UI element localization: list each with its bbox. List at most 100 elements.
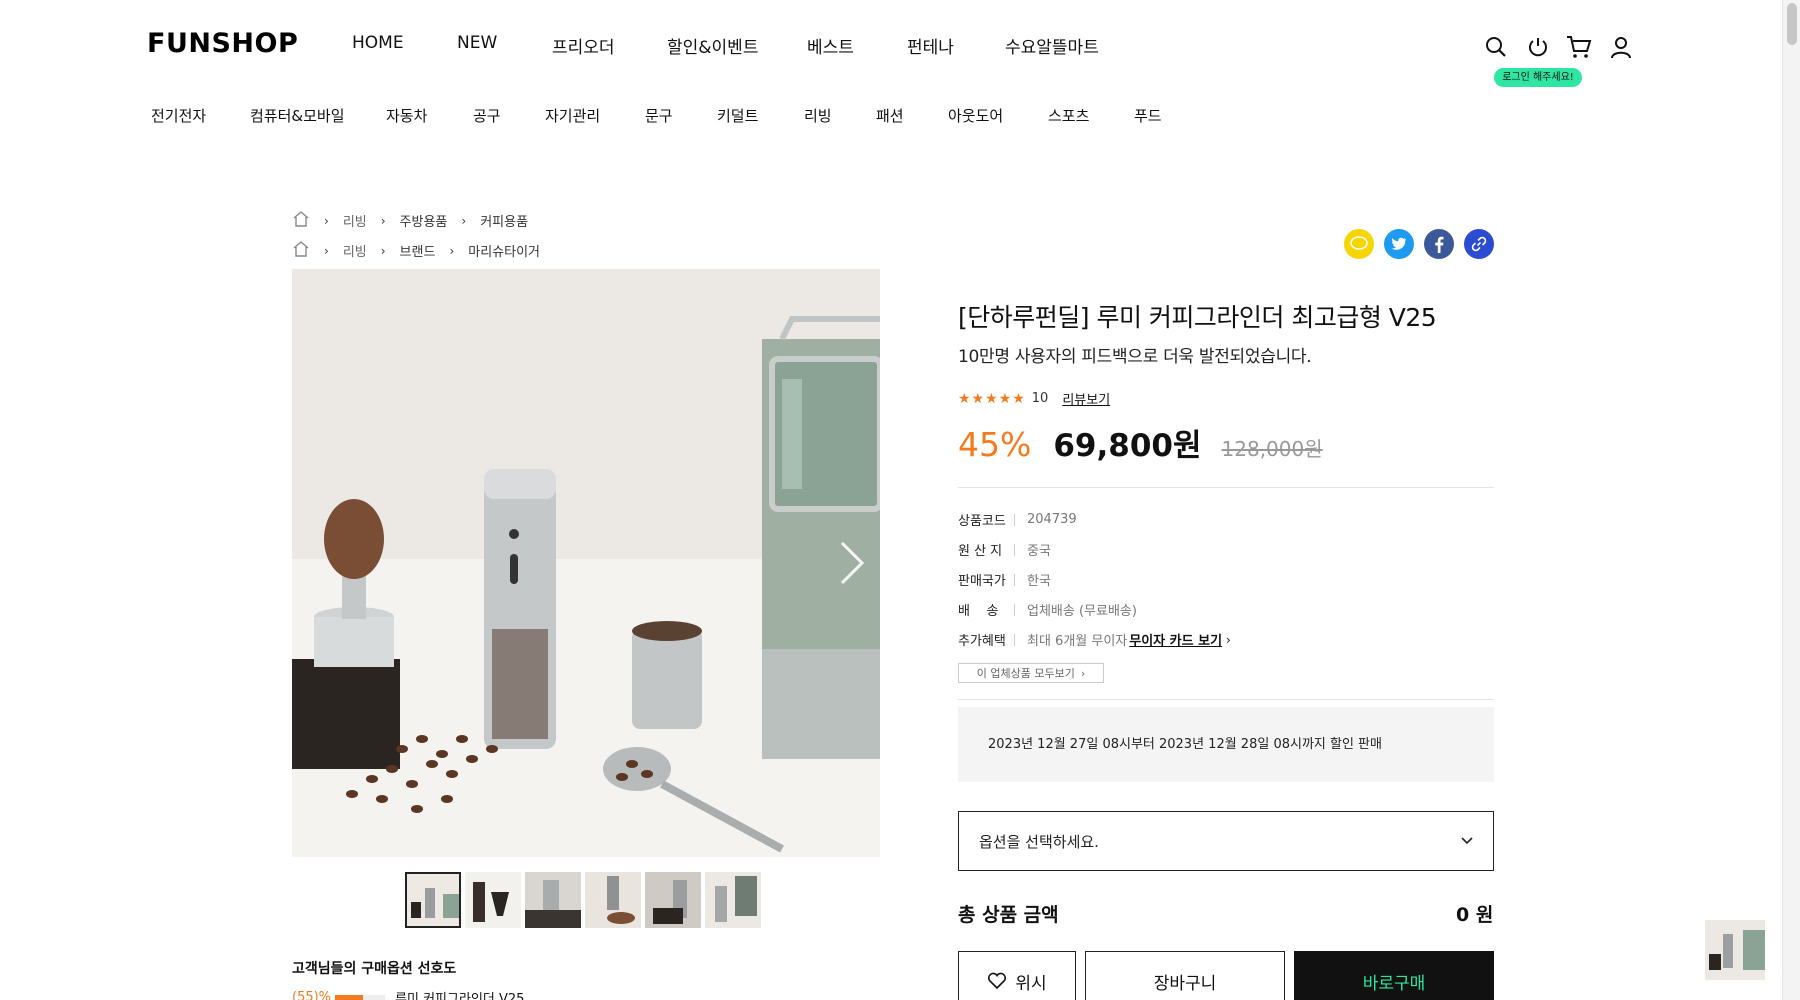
thumbnail[interactable] [705,872,761,928]
nav-funtenna[interactable]: 펀테나 [907,33,954,58]
nav-sale-event[interactable]: 할인&이벤트 [667,33,758,58]
thumbnail-strip [405,872,765,928]
chevron-right-icon: › [324,243,329,258]
info-value: 업체배송 (무료배송) [1027,604,1137,619]
divider [1014,633,1015,646]
category-tools[interactable]: 공구 [473,105,501,126]
rating-stars: ★★★★★ [958,390,1026,407]
breadcrumb-item[interactable]: 마리슈타이거 [468,241,540,260]
preference-percent: (55)% [292,990,332,1000]
thumbnail[interactable] [585,872,641,928]
breadcrumb: › 리빙 › 주방용품 › 커피용품 [292,210,528,231]
facebook-icon[interactable] [1424,229,1454,259]
chevron-right-icon: › [449,243,455,258]
category-kidult[interactable]: 키덜트 [717,105,758,126]
info-value: 최대 6개월 무이자 [1027,634,1128,649]
breadcrumb-item[interactable]: 커피용품 [480,211,528,230]
all-products-label: 이 업체상품 모두보기 [976,667,1075,680]
category-car[interactable]: 자동차 [386,105,427,126]
breadcrumb: › 리빙 › 브랜드 › 마리슈타이거 [292,240,540,261]
thumbnail[interactable] [405,872,461,928]
info-key: 추가혜택 [958,634,1006,649]
category-electronics[interactable]: 전기전자 [151,105,206,126]
rating-count: 10 [1031,391,1049,406]
chevron-right-icon: › [1080,666,1086,680]
sale-period: 2023년 12월 27일 08시부터 2023년 12월 28일 08시까지 … [958,707,1494,782]
info-row: 추가혜택 최대 6개월 무이자 무이자 카드 보기 › [958,630,1231,650]
thumbnail[interactable] [645,872,701,928]
category-outdoor[interactable]: 아웃도어 [948,105,1003,126]
chevron-right-icon: › [461,213,467,228]
discount-rate: 45% [958,425,1032,464]
search-icon[interactable] [1484,35,1508,59]
category-sports[interactable]: 스포츠 [1048,105,1089,126]
product-main-image[interactable] [292,269,880,857]
chevron-right-icon: › [1226,632,1231,647]
product-subtitle: 10만명 사용자의 피드백으로 더욱 발전되었습니다. [958,347,1312,367]
category-stationery[interactable]: 문구 [645,105,673,126]
category-computer-mobile[interactable]: 컴퓨터&모바일 [250,105,345,126]
preference-bar [335,994,386,1000]
recent-product-thumbnail[interactable] [1705,920,1765,980]
info-key: 원 산 지 [958,544,1003,559]
info-key: 상품코드 [958,514,1006,529]
breadcrumb-item[interactable]: 주방용품 [400,211,448,230]
chevron-right-icon: › [380,243,386,258]
cart-icon[interactable] [1566,35,1592,59]
twitter-icon[interactable] [1384,229,1414,259]
nav-best[interactable]: 베스트 [807,33,854,58]
home-icon[interactable] [292,240,310,261]
total-value: 0 원 [1456,904,1494,926]
info-key: 판매국가 [958,574,1006,589]
breadcrumb-item[interactable]: 브랜드 [400,241,436,260]
wish-label: 위시 [1015,973,1047,994]
nav-home[interactable]: HOME [352,33,404,53]
option-placeholder: 옵션을 선택하세요. [979,832,1099,851]
login-badge[interactable]: 로그인 해주세요! [1494,68,1582,87]
option-select[interactable]: 옵션을 선택하세요. [958,811,1494,871]
category-food[interactable]: 푸드 [1134,105,1162,126]
nav-preorder[interactable]: 프리오더 [552,33,615,58]
user-icon[interactable] [1609,35,1633,59]
divider [1014,603,1015,616]
nav-wednesday-mart[interactable]: 수요알뜰마트 [1005,33,1099,58]
chevron-right-icon[interactable] [838,540,866,590]
info-value: 중국 [1027,544,1051,559]
link-icon[interactable] [1464,229,1494,259]
kakao-icon[interactable] [1344,229,1374,259]
card-benefit-link[interactable]: 무이자 카드 보기 [1129,630,1222,649]
breadcrumb-item[interactable]: 리빙 [343,241,367,260]
info-key: 배 송 [958,604,999,619]
all-products-button[interactable]: 이 업체상품 모두보기 › [958,663,1104,683]
info-row: 상품코드 204739 [958,510,1077,529]
category-living[interactable]: 리빙 [804,105,832,126]
home-icon[interactable] [292,210,310,231]
category-fashion[interactable]: 패션 [876,105,904,126]
power-icon[interactable] [1526,35,1550,59]
sale-price: 69,800원 [1053,428,1202,464]
info-row: 배 송 업체배송 (무료배송) [958,600,1137,619]
product-title: [단하루펀딜] 루미 커피그라인더 최고급형 V25 [958,303,1437,332]
nav-new[interactable]: NEW [457,33,497,53]
divider [1014,513,1015,526]
wish-button[interactable]: 위시 [958,951,1076,1000]
preference-option-name: 루미 커피그라인더 V25 [395,992,525,1000]
thumbnail[interactable] [525,872,581,928]
add-to-cart-button[interactable]: 장바구니 [1085,951,1285,1000]
logo[interactable]: FUNSHOP [147,28,298,59]
info-value: 204739 [1027,512,1077,527]
divider [1014,573,1015,586]
thumbnail[interactable] [465,872,521,928]
divider [958,699,1494,700]
preference-title: 고객님들의 구매옵션 선호도 [292,961,457,977]
scrollbar-thumb[interactable] [1787,3,1797,45]
chevron-right-icon: › [380,213,386,228]
preference-row: (55)% 루미 커피그라인더 V25 [292,988,524,1000]
scrollbar[interactable] [1782,0,1800,1000]
category-self-care[interactable]: 자기관리 [545,105,600,126]
rating: ★★★★★ 10 리뷰보기 [958,389,1110,409]
divider [1014,543,1015,556]
breadcrumb-item[interactable]: 리빙 [343,211,367,230]
buy-now-button[interactable]: 바로구매 [1294,951,1494,1000]
review-link[interactable]: 리뷰보기 [1062,389,1110,408]
